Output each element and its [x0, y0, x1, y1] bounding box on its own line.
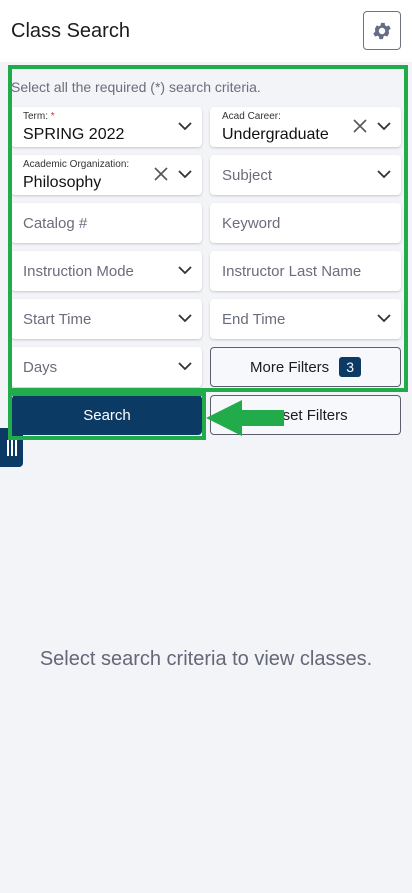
clear-icon[interactable]	[353, 119, 367, 133]
academic-organization-select[interactable]: Academic Organization: Philosophy	[11, 155, 202, 195]
acad-career-value: Undergraduate	[222, 126, 329, 143]
search-button[interactable]: Search	[12, 395, 202, 435]
required-mark: *	[50, 111, 55, 122]
clear-icon[interactable]	[154, 167, 168, 181]
days-select[interactable]: Days	[11, 347, 202, 387]
acad-career-select[interactable]: Acad Career: Undergraduate	[210, 107, 401, 147]
catalog-placeholder: Catalog #	[23, 215, 88, 232]
page-title: Class Search	[11, 20, 130, 42]
end-time-placeholder: End Time	[222, 311, 286, 328]
instruction-mode-placeholder: Instruction Mode	[23, 263, 134, 280]
chevron-down-icon	[377, 122, 391, 131]
academic-organization-value: Philosophy	[23, 174, 102, 191]
instructor-last-name-input[interactable]: Instructor Last Name	[210, 251, 401, 291]
term-value: SPRING 2022	[23, 126, 125, 143]
days-placeholder: Days	[23, 359, 58, 376]
chevron-down-icon	[178, 122, 192, 131]
header-bar: Class Search	[0, 0, 412, 62]
chevron-down-icon	[178, 362, 192, 371]
side-panel-toggle[interactable]	[0, 428, 23, 467]
term-select[interactable]: Term: * SPRING 2022	[11, 107, 202, 147]
acad-career-label: Acad Career:	[222, 111, 281, 122]
more-filters-label: More Filters	[250, 358, 330, 376]
instructor-last-name-placeholder: Instructor Last Name	[222, 263, 362, 280]
empty-state-message: Select search criteria to view classes.	[39, 648, 373, 670]
keyword-input[interactable]: Keyword	[210, 203, 401, 243]
required-hint: Select all the required (*) search crite…	[11, 79, 261, 95]
more-filters-button[interactable]: More Filters 3	[210, 347, 401, 387]
chevron-down-icon	[178, 266, 192, 275]
academic-organization-label: Academic Organization:	[23, 159, 130, 170]
instruction-mode-select[interactable]: Instruction Mode	[11, 251, 202, 291]
reset-filters-button[interactable]: Reset Filters	[210, 395, 401, 435]
chevron-down-icon	[377, 314, 391, 323]
term-label-text: Term:	[23, 111, 48, 122]
keyword-placeholder: Keyword	[222, 215, 281, 232]
subject-select[interactable]: Subject	[210, 155, 401, 195]
chevron-down-icon	[178, 170, 192, 179]
chevron-down-icon	[377, 170, 391, 179]
settings-button[interactable]	[363, 11, 401, 50]
panel-icon	[6, 439, 17, 456]
start-time-select[interactable]: Start Time	[11, 299, 202, 339]
end-time-select[interactable]: End Time	[210, 299, 401, 339]
catalog-number-input[interactable]: Catalog #	[11, 203, 202, 243]
filter-count-badge: 3	[339, 357, 361, 377]
subject-placeholder: Subject	[222, 167, 273, 184]
gear-icon	[373, 22, 391, 39]
term-label: Term: *	[23, 111, 55, 122]
start-time-placeholder: Start Time	[23, 311, 92, 328]
chevron-down-icon	[178, 314, 192, 323]
